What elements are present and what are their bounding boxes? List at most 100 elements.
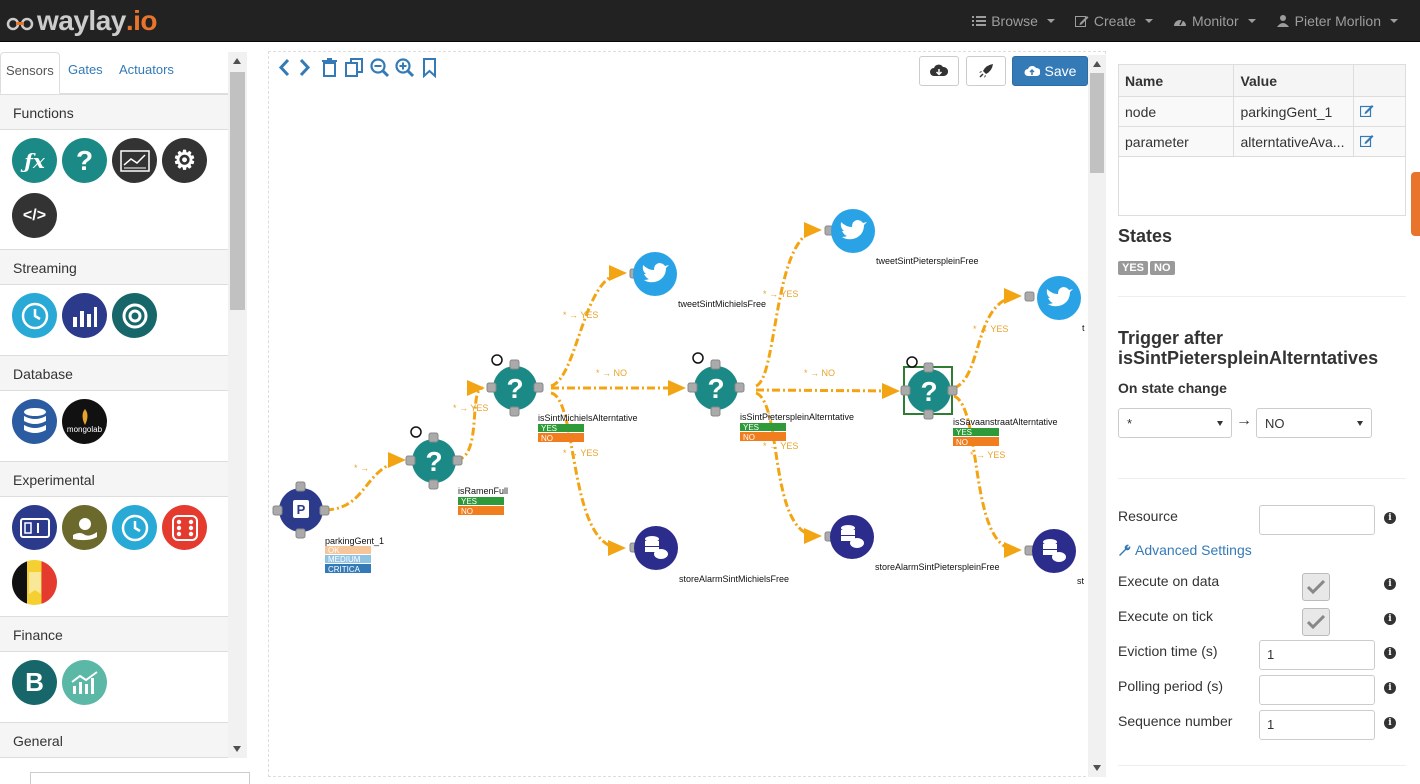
node-tweet2[interactable]: tweetSintPieterspleinFree xyxy=(824,209,979,266)
category-database[interactable]: Database xyxy=(0,355,228,391)
info-icon[interactable]: i xyxy=(1384,647,1396,659)
binary-display-icon[interactable] xyxy=(12,505,57,550)
to-state-select[interactable]: NO xyxy=(1256,408,1372,438)
feedback-tab[interactable] xyxy=(1411,172,1420,236)
node-pieters[interactable]: ? isSintPieterspleinAlterntative YES NO xyxy=(687,352,854,442)
gear-icon[interactable]: ⚙ xyxy=(162,138,207,183)
category-experimental[interactable]: Experimental xyxy=(0,461,228,497)
edge-pieters-savaan[interactable] xyxy=(755,388,899,393)
chart-window-icon[interactable] xyxy=(112,138,157,183)
nav-user[interactable]: Pieter Morlion xyxy=(1266,0,1408,42)
node-tweet3[interactable]: t xyxy=(1024,276,1085,333)
hand-user-icon[interactable] xyxy=(62,505,107,550)
info-icon[interactable]: i xyxy=(1384,717,1396,729)
exec-data-checkbox[interactable] xyxy=(1302,573,1330,601)
clock-icon xyxy=(906,356,918,368)
scroll-down-icon[interactable] xyxy=(233,746,241,752)
clock-arrow-icon[interactable] xyxy=(112,505,157,550)
target-icon[interactable] xyxy=(112,293,157,338)
belgium-flag-icon[interactable] xyxy=(12,560,57,605)
node-label: storeAlarmSintMichielsFree xyxy=(679,574,789,584)
canvas-scroll-thumb[interactable] xyxy=(1090,73,1104,173)
node-parking[interactable]: P parkingGent_1 OK MEDIUM CRITICA xyxy=(272,481,384,574)
copy-icon[interactable] xyxy=(344,57,365,78)
palette-scroll-thumb[interactable] xyxy=(230,72,245,310)
tab-gates[interactable]: Gates xyxy=(63,52,108,94)
bar-chart-icon[interactable] xyxy=(62,293,107,338)
function-fx-icon[interactable]: ƒx xyxy=(12,138,57,183)
advanced-settings-label: Advanced Settings xyxy=(1135,542,1252,558)
prop-value: alterntativeAva... xyxy=(1233,126,1355,157)
dice-icon[interactable] xyxy=(162,505,207,550)
from-state-select[interactable]: * xyxy=(1118,408,1232,438)
node-tweet1[interactable]: tweetSintMichielsFree xyxy=(629,252,766,309)
caret-down-icon xyxy=(1357,420,1363,426)
divider xyxy=(1118,765,1406,766)
nav-monitor[interactable]: Monitor xyxy=(1163,0,1266,42)
nav-browse[interactable]: Browse xyxy=(962,0,1065,42)
info-icon[interactable]: i xyxy=(1384,613,1396,625)
question-icon[interactable]: ? xyxy=(62,138,107,183)
experimental-items xyxy=(0,497,228,616)
clock-icon[interactable] xyxy=(12,293,57,338)
category-finance[interactable]: Finance xyxy=(0,616,228,652)
tab-sensors[interactable]: Sensors xyxy=(0,52,60,94)
category-functions[interactable]: Functions xyxy=(0,94,228,130)
sequence-input[interactable]: 1 xyxy=(1259,710,1375,740)
advanced-settings-link[interactable]: Advanced Settings xyxy=(1118,542,1252,558)
database-icon[interactable] xyxy=(12,399,57,444)
palette-tabs: Sensors Gates Actuators xyxy=(0,42,228,94)
zoom-in-icon[interactable] xyxy=(394,57,415,78)
node-savaan[interactable]: ? isSavaanstraatAlterntative YES NO xyxy=(900,356,1058,447)
bookmark-icon[interactable] xyxy=(419,57,440,78)
category-general[interactable]: General xyxy=(0,722,228,758)
zoom-out-icon[interactable] xyxy=(369,57,390,78)
prop-name: node xyxy=(1117,96,1235,127)
node-store3[interactable]: st xyxy=(1024,529,1085,586)
nav-create[interactable]: Create xyxy=(1065,0,1163,42)
bitcoin-icon[interactable]: B xyxy=(12,660,57,705)
deploy-button[interactable] xyxy=(966,56,1006,86)
edit-icon[interactable] xyxy=(1360,104,1374,117)
flow-graph[interactable]: * → * → YES * → NO * → NO * → YES * → YE… xyxy=(268,88,1088,608)
properties-panel: Name Value node parkingGent_1 parameter … xyxy=(1106,42,1420,781)
scroll-down-icon[interactable] xyxy=(1093,765,1101,771)
state-no: NO xyxy=(541,434,553,443)
info-icon[interactable]: i xyxy=(1384,578,1396,590)
edit-icon[interactable] xyxy=(1360,134,1374,147)
canvas-scrollbar[interactable] xyxy=(1088,55,1106,777)
arrowhead-icon xyxy=(668,380,686,396)
resource-input[interactable] xyxy=(1259,505,1375,535)
palette-search-input[interactable] xyxy=(30,772,250,784)
state-ok: OK xyxy=(328,546,340,555)
code-icon[interactable]: </> xyxy=(12,193,57,238)
edge-ramen-michiels[interactable] xyxy=(455,386,484,462)
brand-logo[interactable]: waylay .io xyxy=(5,4,158,38)
mongolab-icon[interactable]: mongolab xyxy=(62,399,107,444)
palette-scrollbar[interactable] xyxy=(228,52,247,758)
chevron-right-icon[interactable] xyxy=(294,57,315,78)
exec-tick-checkbox[interactable] xyxy=(1302,608,1330,636)
wrench-icon xyxy=(1119,544,1131,556)
question-icon: ? xyxy=(425,446,442,477)
eviction-input[interactable]: 1 xyxy=(1259,640,1375,670)
chevron-left-icon[interactable] xyxy=(275,57,296,78)
info-icon[interactable]: i xyxy=(1384,682,1396,694)
category-streaming[interactable]: Streaming xyxy=(0,249,228,285)
trash-icon[interactable] xyxy=(319,57,340,78)
save-button[interactable]: Save xyxy=(1012,56,1088,86)
node-store1[interactable]: storeAlarmSintMichielsFree xyxy=(629,526,789,584)
node-label: isRamenFull xyxy=(458,486,508,496)
edge-savaan-tweet3[interactable] xyxy=(953,294,1019,390)
node-store2[interactable]: storeAlarmSintPieterspleinFree xyxy=(824,515,1000,572)
info-icon[interactable]: i xyxy=(1384,512,1396,524)
node-label: tweetSintMichielsFree xyxy=(678,299,766,309)
scroll-up-icon[interactable] xyxy=(233,58,241,64)
cloud-download-button[interactable] xyxy=(919,56,959,86)
node-label: isSintMichielsAlterntative xyxy=(538,413,638,423)
scroll-up-icon[interactable] xyxy=(1093,61,1101,67)
node-ramen[interactable]: ? isRamenFull YES NO xyxy=(405,426,508,516)
stock-chart-icon[interactable] xyxy=(62,660,107,705)
tab-actuators[interactable]: Actuators xyxy=(114,52,179,94)
polling-input[interactable] xyxy=(1259,675,1375,705)
